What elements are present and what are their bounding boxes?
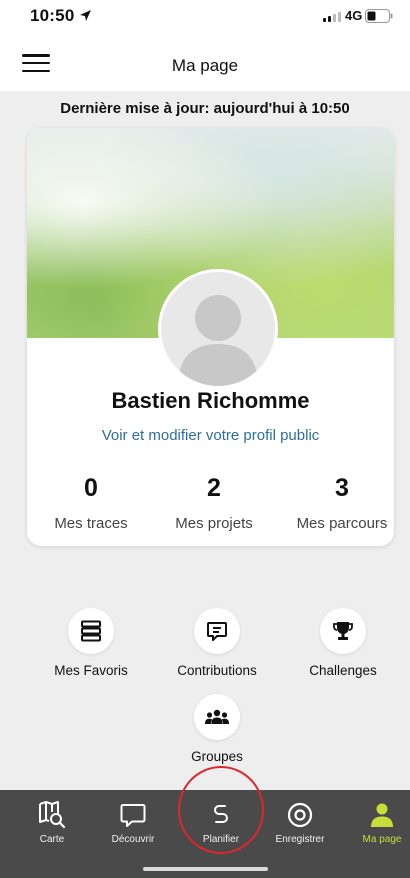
- stat-value: 0: [84, 474, 98, 502]
- profile-card: Bastien Richomme Voir et modifier votre …: [27, 128, 394, 546]
- nav-item-decouvrir[interactable]: Découvrir: [93, 800, 173, 845]
- status-bar: 10:50 4G: [0, 0, 410, 36]
- page-title: Ma page: [171, 56, 239, 75]
- last-update-text: Dernière mise à jour: aujourd'hui à 10:5…: [60, 100, 350, 117]
- stat-value: 2: [207, 474, 221, 502]
- location-arrow-icon: [80, 10, 91, 21]
- favorites-list-icon: [81, 620, 101, 642]
- edit-profile-link[interactable]: Voir et modifier votre profil public: [27, 427, 394, 444]
- trophy-icon: [333, 622, 353, 640]
- shortcut-label: Challenges: [309, 663, 377, 678]
- status-time: 10:50: [30, 6, 75, 25]
- shortcut-circle: [194, 608, 240, 654]
- shortcut-circle: [194, 694, 240, 740]
- map-search-icon: [39, 801, 66, 829]
- nav-label: Carte: [39, 834, 65, 845]
- stat-label: Mes traces: [54, 515, 128, 532]
- home-indicator[interactable]: [143, 867, 268, 871]
- record-icon: [287, 802, 313, 828]
- stat-value: 3: [335, 474, 349, 502]
- nav-item-ma-page[interactable]: Ma page: [342, 800, 410, 845]
- shortcut-contributions[interactable]: Contributions: [157, 608, 277, 678]
- stat-label: Mes projets: [175, 515, 253, 532]
- nav-label: Enregistrer: [275, 834, 325, 845]
- signal-icon: [323, 12, 341, 22]
- stat-label: Mes parcours: [296, 515, 388, 532]
- shortcut-circle: [68, 608, 114, 654]
- user-name: Bastien Richomme: [111, 388, 310, 413]
- shortcut-label: Mes Favoris: [54, 663, 128, 678]
- nav-item-enregistrer[interactable]: Enregistrer: [260, 800, 340, 845]
- nav-label: Ma page: [362, 834, 402, 845]
- annotation-circle: [178, 766, 264, 854]
- shortcut-circle: [320, 608, 366, 654]
- shortcut-label: Contributions: [177, 663, 257, 678]
- chat-bubble-icon: [207, 622, 227, 641]
- speech-bubble-icon: [120, 804, 146, 827]
- group-icon: [205, 709, 229, 724]
- shortcut-label: Groupes: [191, 749, 243, 764]
- network-type: 4G: [345, 8, 363, 23]
- shortcut-challenges[interactable]: Challenges: [283, 608, 403, 678]
- nav-item-carte[interactable]: Carte: [12, 800, 92, 845]
- stat-traces[interactable]: 0 Mes traces: [31, 474, 151, 532]
- stat-routes[interactable]: 3 Mes parcours: [282, 474, 394, 532]
- app-header: Ma page: [0, 36, 410, 91]
- avatar[interactable]: [158, 269, 278, 389]
- nav-label: Découvrir: [111, 834, 155, 845]
- battery-icon: [365, 9, 393, 23]
- shortcut-favorites[interactable]: Mes Favoris: [31, 608, 151, 678]
- person-placeholder-icon: [178, 295, 258, 386]
- shortcut-groups[interactable]: Groupes: [157, 694, 277, 764]
- stat-projects[interactable]: 2 Mes projets: [154, 474, 274, 532]
- person-icon: [371, 803, 393, 827]
